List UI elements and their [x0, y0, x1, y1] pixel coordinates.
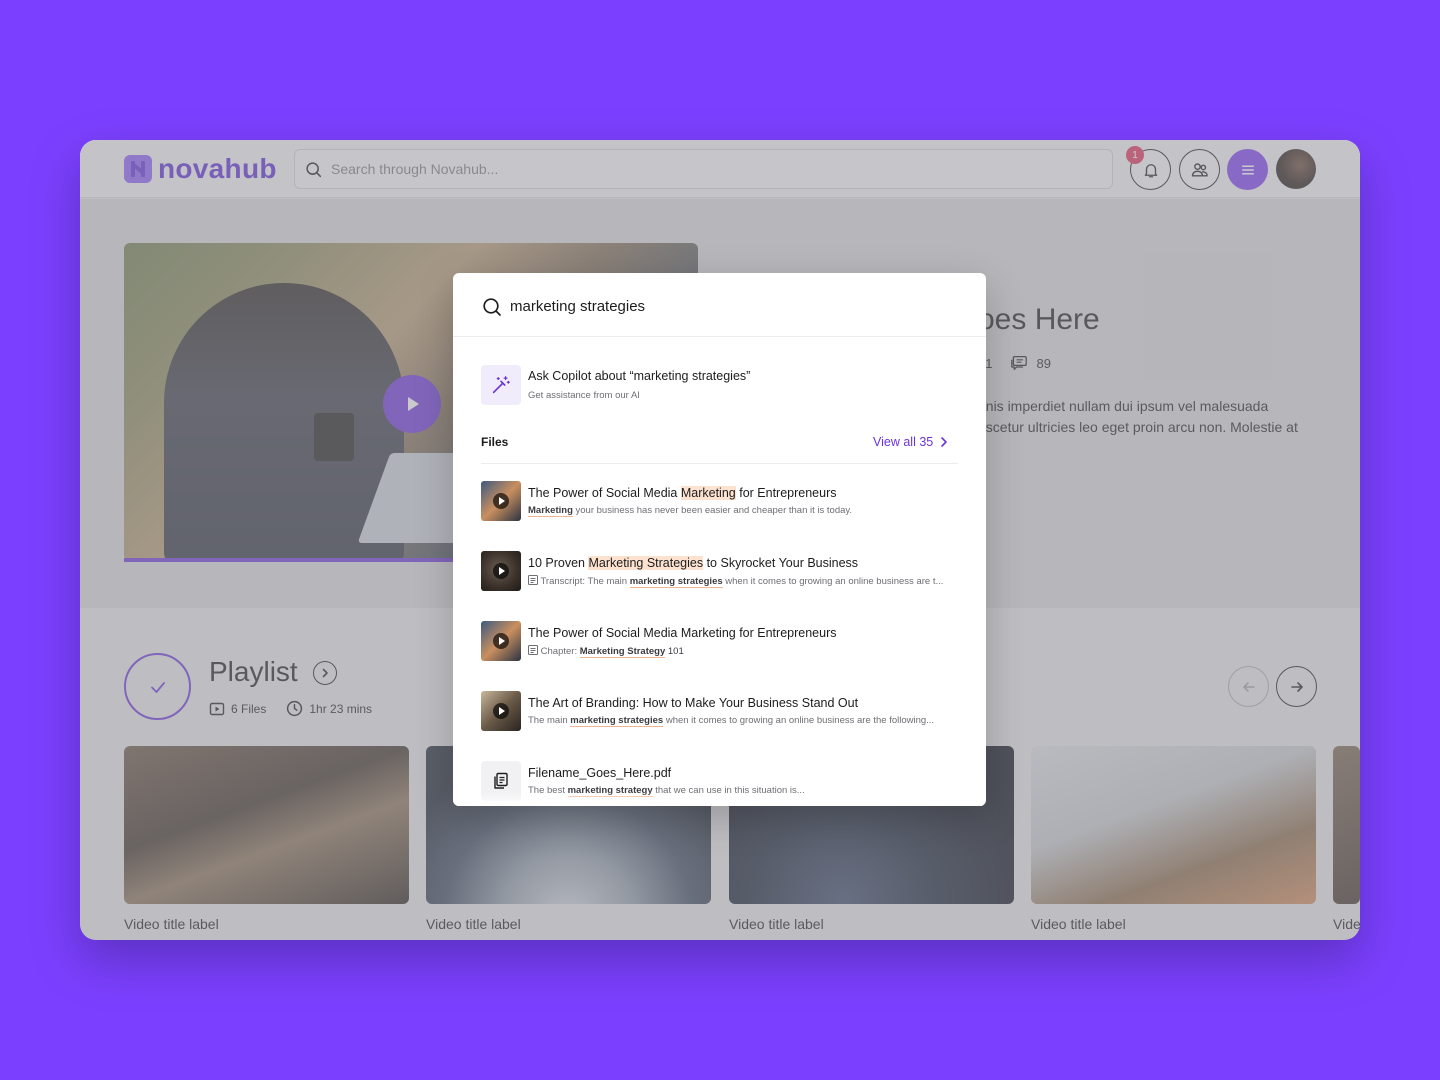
result-title-text: 10 Proven — [528, 556, 589, 570]
play-icon — [493, 633, 509, 649]
view-all-label: View all 35 — [873, 435, 934, 449]
result-snippet-text: when it comes to growing an online busin… — [722, 576, 944, 587]
result-snippet-text: Chapter: — [540, 646, 580, 657]
result-snippet-highlight: Marketing — [528, 505, 573, 517]
search-results-popup: marketing strategies Ask Copilot about “… — [453, 273, 986, 806]
search-query-input[interactable]: marketing strategies — [510, 298, 645, 315]
result-title: The Power of Social Media Marketing for … — [528, 626, 837, 640]
video-thumbnail — [481, 621, 521, 661]
search-result-item[interactable]: 10 Proven Marketing Strategies to Skyroc… — [481, 551, 961, 593]
video-thumbnail — [481, 481, 521, 521]
result-title-text: for Entrepreneurs — [735, 486, 837, 500]
files-section-header: Files — [481, 435, 509, 449]
chevron-right-icon — [941, 437, 948, 447]
result-snippet-text: 101 — [665, 646, 684, 657]
result-title-text: to Skyrocket Your Business — [703, 556, 859, 570]
copilot-subtitle: Get assistance from our AI — [528, 390, 640, 401]
result-title-text: The Power of Social Media — [528, 486, 681, 500]
result-snippet: Chapter: Marketing Strategy 101 — [528, 645, 684, 658]
magic-wand-icon — [481, 365, 521, 405]
app-window: novahub Search through Novahub... 1 oes … — [80, 140, 1360, 940]
video-thumbnail — [481, 551, 521, 591]
result-snippet-text: your business has never been easier and … — [572, 505, 853, 516]
play-icon — [493, 493, 509, 509]
play-icon — [493, 703, 509, 719]
result-snippet-text: when it comes to growing an online busin… — [663, 715, 935, 726]
result-snippet-highlight: marketing strategies — [629, 576, 723, 588]
result-title: The Power of Social Media Marketing for … — [528, 486, 837, 500]
result-title-highlight: Marketing — [680, 486, 736, 500]
search-icon — [483, 298, 501, 316]
result-title: Filename_Goes_Here.pdf — [528, 766, 672, 780]
video-thumbnail — [481, 691, 521, 731]
divider — [481, 463, 958, 464]
transcript-icon — [528, 575, 538, 585]
chapter-icon — [528, 645, 538, 655]
result-title: The Art of Branding: How to Make Your Bu… — [528, 696, 859, 710]
view-all-files-link[interactable]: View all 35 — [873, 435, 949, 449]
play-icon — [493, 563, 509, 579]
result-snippet: Marketing your business has never been e… — [528, 505, 853, 517]
result-snippet-highlight: Marketing Strategy — [579, 646, 666, 658]
result-snippet: Transcript: The main marketing strategie… — [528, 575, 944, 588]
popup-search-bar[interactable]: marketing strategies — [453, 273, 986, 337]
search-result-item[interactable]: The Power of Social Media Marketing for … — [481, 481, 961, 523]
ask-copilot-item[interactable]: Ask Copilot about “marketing strategies”… — [481, 365, 961, 407]
result-snippet: The main marketing strategies when it co… — [528, 715, 935, 727]
result-title-highlight: Marketing Strategies — [588, 556, 704, 570]
result-snippet-highlight: marketing strategies — [570, 715, 664, 727]
search-result-item[interactable]: The Art of Branding: How to Make Your Bu… — [481, 691, 961, 733]
copilot-title: Ask Copilot about “marketing strategies” — [528, 369, 751, 383]
search-result-item[interactable]: The Power of Social Media Marketing for … — [481, 621, 961, 663]
result-snippet-text: The main — [528, 715, 571, 726]
result-snippet-text: Transcript: The main — [540, 576, 630, 587]
result-title: 10 Proven Marketing Strategies to Skyroc… — [528, 556, 858, 570]
scroll-fade — [453, 792, 986, 806]
